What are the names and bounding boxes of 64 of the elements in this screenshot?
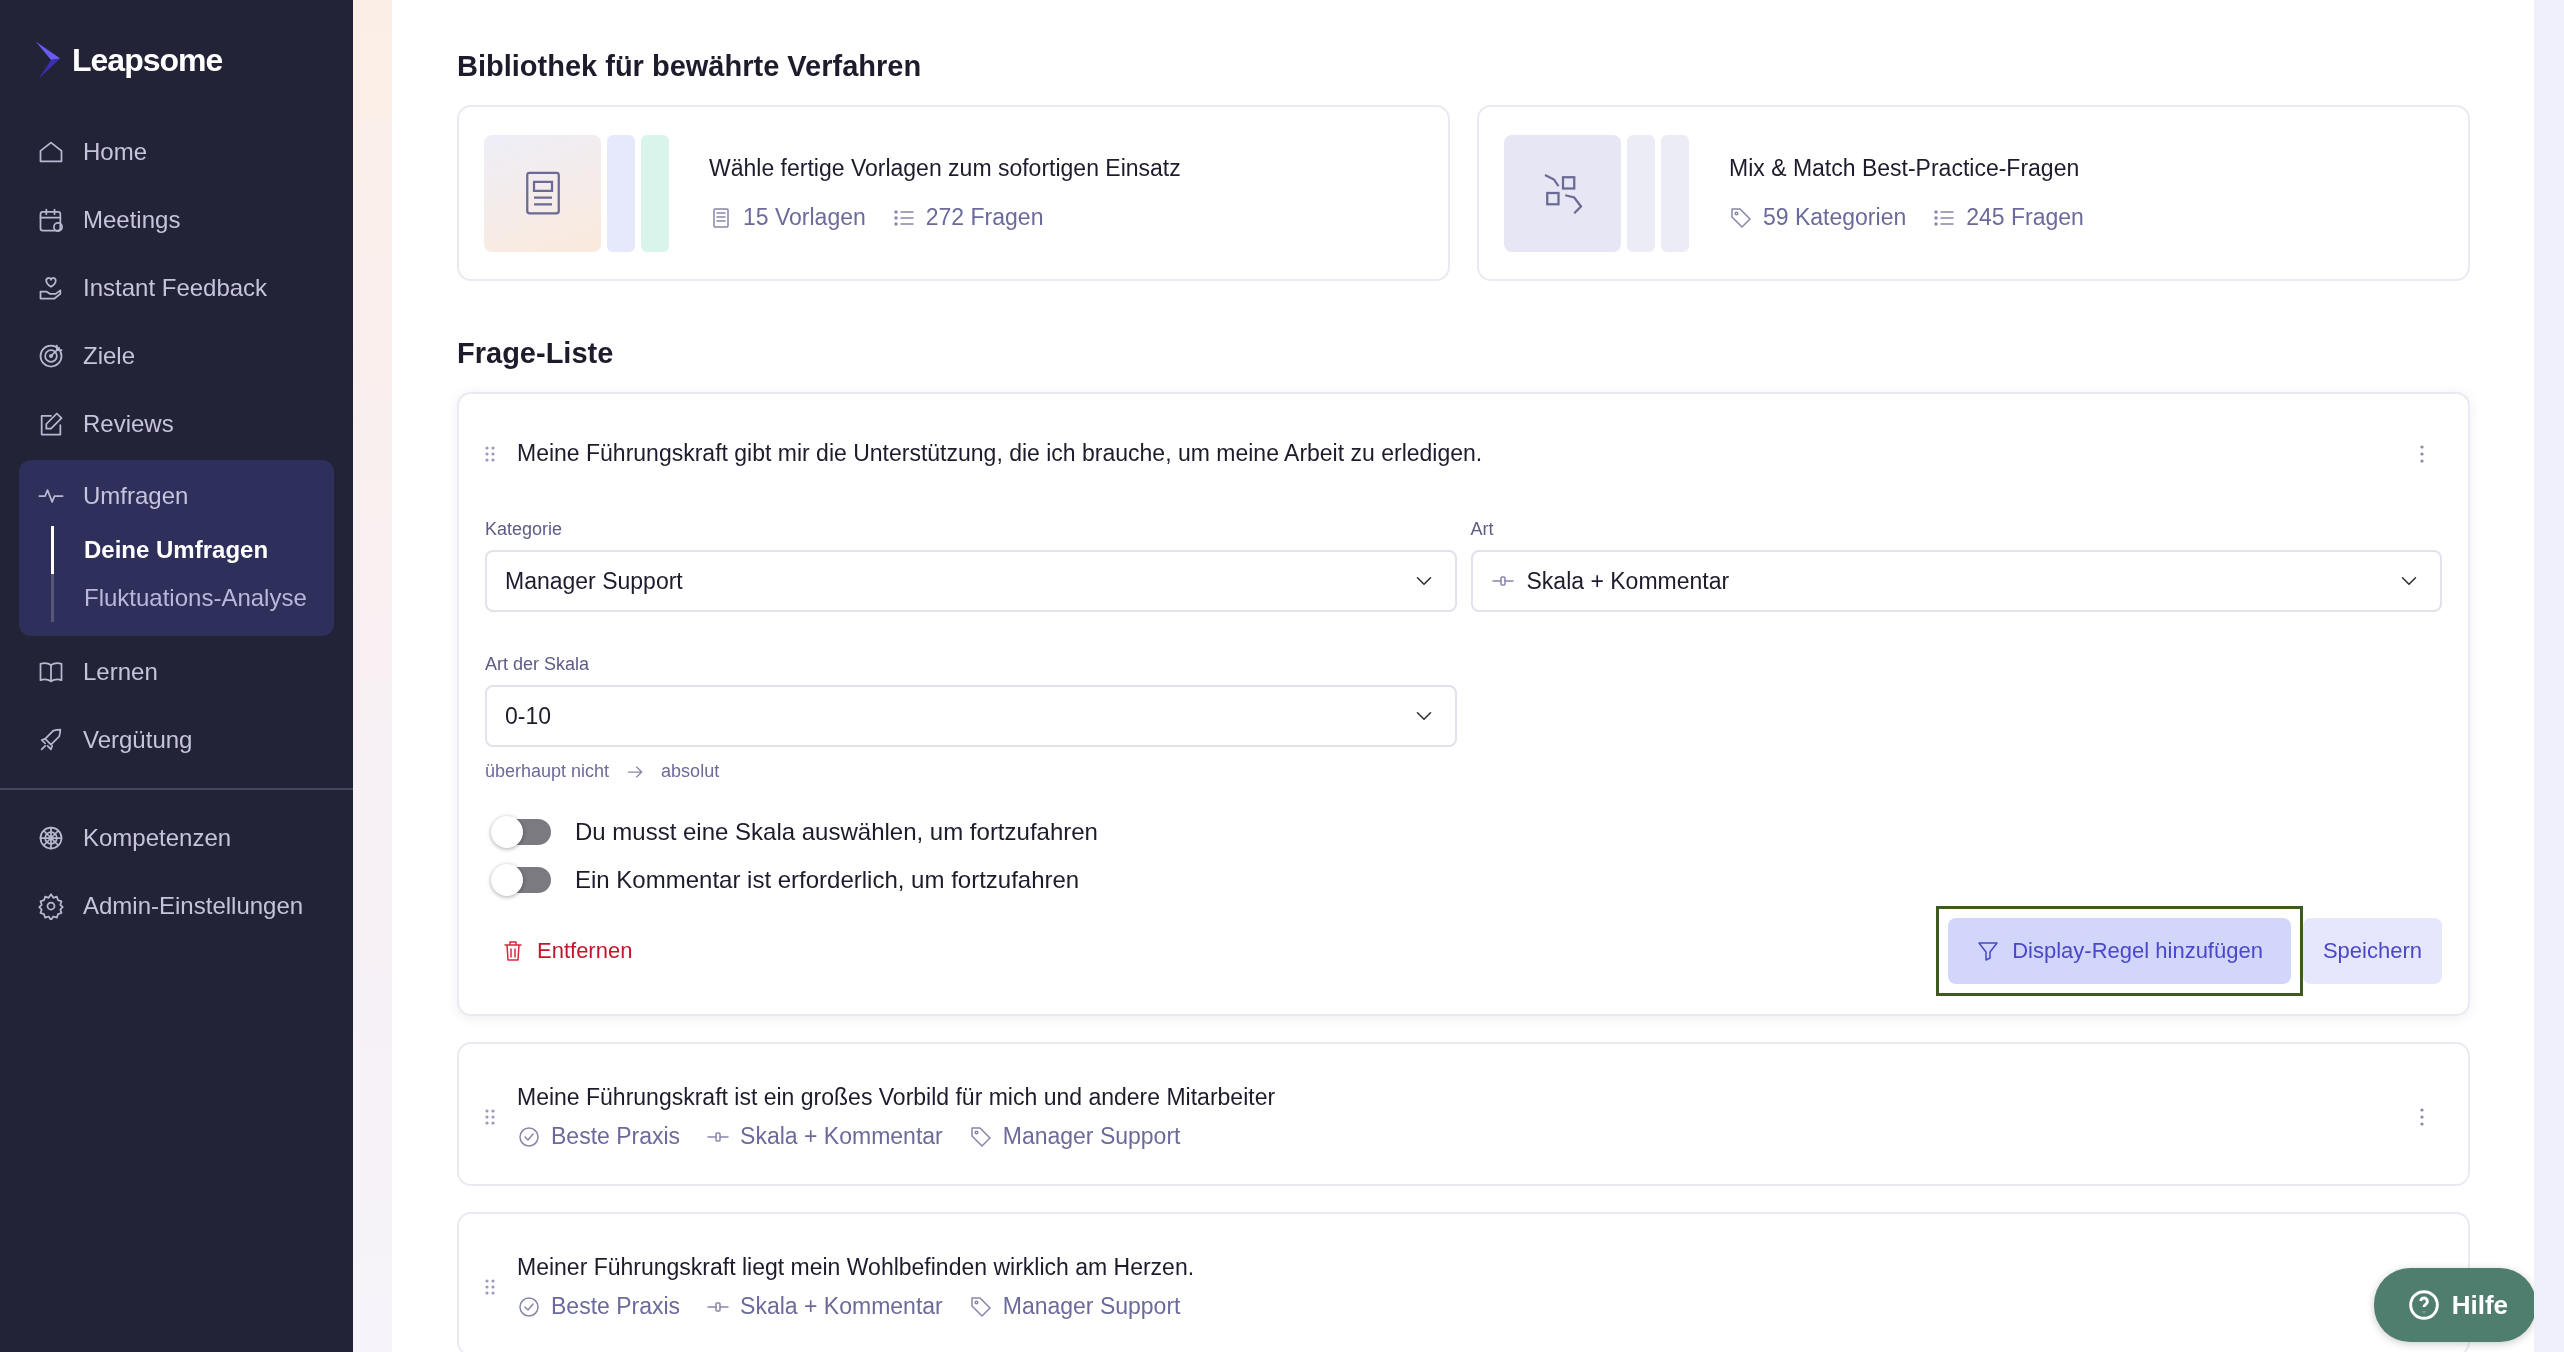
card-meta: 15 Vorlagen	[743, 204, 866, 231]
nav-subitem[interactable]: Fluktuations-Analyse	[51, 574, 334, 622]
filter-icon	[1976, 939, 2001, 963]
question-tag: Manager Support	[1002, 1293, 1181, 1320]
help-button[interactable]: Hilfe	[2373, 1268, 2534, 1342]
question-tag: Beste Praxis	[551, 1293, 681, 1320]
help-icon	[2407, 1289, 2440, 1321]
question-tag: Manager Support	[1002, 1123, 1181, 1150]
section-title: Bibliothek für bewährte Verfahren	[457, 50, 923, 83]
section-title: Frage-Liste	[457, 337, 615, 370]
question-text: Meiner Führungskraft liegt mein Wohlbefinden wirklich am Herzen.	[517, 1254, 1195, 1281]
add-display-rule-button[interactable]: Display-Regel hinzufügen	[1948, 918, 2291, 984]
nav-item[interactable]: Reviews	[83, 410, 174, 438]
card-title: Mix & Match Best-Practice-Fragen	[1729, 155, 2081, 182]
remove-button[interactable]: Entfernen	[485, 938, 633, 964]
field-label: Art der Skala	[485, 654, 591, 675]
more-options-icon[interactable]	[2420, 443, 2424, 464]
tag-icon	[968, 1294, 993, 1319]
nav-item[interactable]: Meetings	[83, 206, 181, 234]
nav-item[interactable]: Lernen	[83, 658, 158, 686]
card-meta: 59 Kategorien	[1763, 204, 1907, 231]
nav-item[interactable]: Home	[83, 138, 148, 166]
check-circle-icon	[517, 1124, 541, 1149]
nav-item[interactable]: Umfragen	[83, 482, 189, 510]
category-select[interactable]: Manager Support	[485, 550, 1457, 612]
tag-icon	[968, 1124, 993, 1149]
web-icon	[37, 824, 65, 852]
question-card[interactable]: Meine Führungskraft ist ein großes Vorbild für mich und andere Mitarbeiter Beste Praxis Skala + Kommentar Manager Support	[457, 1042, 2470, 1186]
trash-icon	[501, 939, 525, 963]
question-text: Meine Führungskraft gibt mir die Unterstützung, die ich brauche, um meine Arbeit zu erledigen.	[517, 440, 1483, 467]
library-card[interactable]: Wähle fertige Vorlagen zum sofortigen Einsatz 15 Vorlagen 272 Fragen	[457, 105, 1450, 281]
drag-handle-icon[interactable]	[485, 1109, 495, 1125]
type-select[interactable]: Skala + Kommentar	[1470, 550, 2442, 612]
scale-hint: absolut	[661, 761, 720, 782]
nav-item[interactable]: Vergütung	[83, 726, 193, 754]
drag-handle-icon[interactable]	[485, 1279, 495, 1295]
field-label: Art	[1470, 519, 1495, 540]
nav-item[interactable]: Instant Feedback	[83, 274, 268, 302]
question-text: Meine Führungskraft ist ein großes Vorbild für mich und andere Mitarbeiter	[517, 1084, 1276, 1111]
question-tag: Skala + Kommentar	[740, 1293, 943, 1320]
scale-hint: überhaupt nicht	[485, 761, 610, 782]
more-options-icon[interactable]	[2420, 1107, 2424, 1127]
save-button[interactable]: Speichern	[2302, 918, 2442, 984]
nav-item[interactable]: Admin-Einstellungen	[83, 892, 304, 920]
logo-text: Leapsome	[72, 41, 223, 79]
settings-icon	[37, 892, 65, 920]
card-title: Wähle fertige Vorlagen zum sofortigen Einsatz	[709, 155, 1181, 182]
target-icon	[37, 342, 65, 370]
field-label: Kategorie	[485, 519, 564, 540]
toggle-label: Ein Kommentar ist erforderlich, um fortzufahren	[575, 866, 1080, 894]
tag-icon	[1729, 205, 1753, 230]
nav-item[interactable]: Kompetenzen	[83, 824, 232, 852]
card-meta: 272 Fragen	[925, 204, 1044, 231]
card-meta: 245 Fragen	[1966, 204, 2084, 231]
toggle-label: Du musst eine Skala auswählen, um fortzufahren	[575, 818, 1098, 846]
nav-subitem[interactable]: Deine Umfragen	[51, 526, 334, 574]
calendar-icon	[37, 206, 65, 234]
drag-handle-icon[interactable]	[485, 445, 495, 462]
nav-item[interactable]: Ziele	[83, 342, 136, 370]
scale-select[interactable]: 0-10	[485, 685, 1457, 747]
question-tag: Skala + Kommentar	[740, 1123, 943, 1150]
question-tag: Beste Praxis	[551, 1123, 681, 1150]
check-circle-icon	[517, 1294, 541, 1319]
library-card[interactable]: Mix & Match Best-Practice-Fragen 59 Kategorien 245 Fragen	[1477, 105, 2470, 281]
